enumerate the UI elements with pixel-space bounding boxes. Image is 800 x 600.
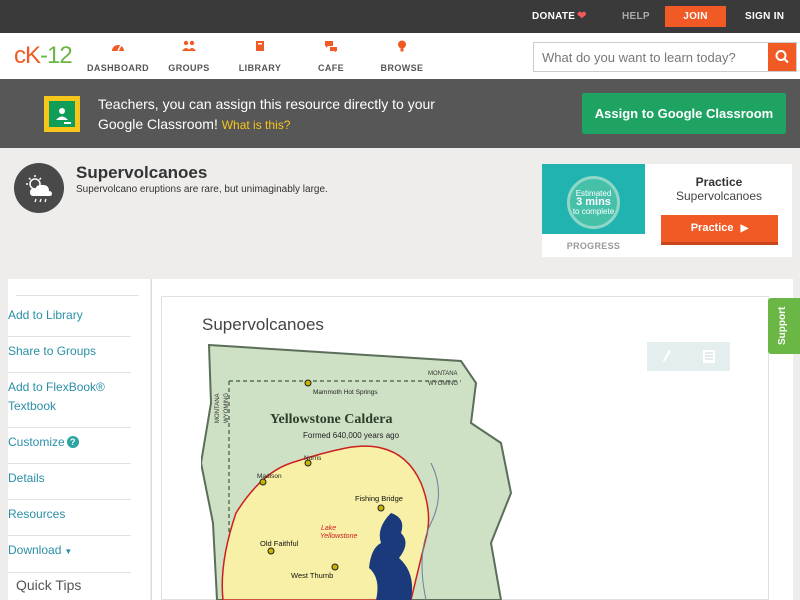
- sign-in-link[interactable]: SIGN IN: [745, 0, 784, 33]
- assign-to-google-classroom-button[interactable]: Assign to Google Classroom: [582, 93, 786, 134]
- join-button[interactable]: JOIN: [665, 6, 726, 27]
- nav-cafe[interactable]: CAFE: [296, 40, 366, 76]
- nav-label: DASHBOARD: [86, 63, 150, 73]
- search-input[interactable]: [542, 49, 762, 65]
- sidebar-item-share-to-groups[interactable]: Share to Groups: [8, 332, 131, 373]
- sidebar-item-download[interactable]: Download ▼: [8, 531, 131, 573]
- concept-icon: [14, 163, 64, 213]
- place-label: Fishing Bridge: [355, 494, 403, 503]
- quick-tips-heading[interactable]: Quick Tips: [16, 577, 81, 593]
- nav-label: LIBRARY: [238, 63, 282, 73]
- top-bar: DONATE ❤ HELP JOIN SIGN IN: [0, 0, 800, 33]
- sidebar-item-resources[interactable]: Resources: [8, 495, 131, 536]
- cafe-icon: [325, 41, 337, 52]
- place-label: Mammoth Hot Springs: [313, 389, 378, 396]
- practice-progress-image: Estimated 3 mins to complete: [542, 164, 645, 234]
- ck12-logo[interactable]: cK-12: [14, 42, 73, 70]
- nav-label: BROWSE: [380, 63, 424, 73]
- caret-down-icon: ▼: [64, 547, 73, 556]
- map-subtitle: Formed 640,000 years ago: [303, 431, 400, 440]
- what-is-this-link[interactable]: What is this?: [222, 118, 291, 132]
- map-marker: [267, 547, 275, 555]
- sidebar-item-add-to-library[interactable]: Add to Library: [8, 296, 131, 337]
- nav-dashboard[interactable]: DASHBOARD: [83, 40, 153, 76]
- sidebar-item-details[interactable]: Details: [8, 459, 131, 500]
- map-marker: [304, 379, 312, 387]
- practice-title: Practice: [695, 175, 743, 189]
- help-link[interactable]: HELP: [622, 0, 650, 33]
- pencil-icon[interactable]: [662, 349, 672, 363]
- place-label: West Thumb: [291, 571, 333, 580]
- search-button[interactable]: [768, 43, 796, 71]
- banner-message: Teachers, you can assign this resource d…: [98, 94, 458, 135]
- state-label-left2: WYOMING: [224, 393, 230, 423]
- practice-card: Estimated 3 mins to complete PROGRESS Pr…: [542, 164, 792, 257]
- practice-button[interactable]: Practice ▶: [661, 215, 778, 245]
- cloud-sun-icon: [26, 175, 52, 203]
- chevron-right-icon: ▶: [740, 223, 749, 234]
- state-label-left: MONTANA: [215, 393, 221, 423]
- donate-link[interactable]: DONATE ❤: [532, 0, 587, 33]
- nav-label: GROUPS: [168, 63, 210, 73]
- search-icon: [775, 50, 789, 64]
- nav-library[interactable]: LIBRARY: [225, 40, 295, 76]
- nav-browse[interactable]: BROWSE: [367, 40, 437, 76]
- page-title: Supervolcanoes: [76, 163, 208, 182]
- map-marker: [377, 504, 385, 512]
- library-icon: [256, 41, 264, 51]
- page-subtitle: Supervolcano eruptions are rare, but uni…: [76, 184, 328, 195]
- sidebar-item-add-to-flexbook[interactable]: Add to FlexBook® Textbook: [8, 368, 131, 428]
- main-nav: cK-12 DASHBOARD GROUPS LIBRARY CAFE BROW…: [0, 33, 800, 79]
- practice-subtitle: Supervolcanoes: [675, 189, 763, 203]
- state-label-top: MONTANA: [428, 371, 458, 377]
- groups-icon: [182, 40, 196, 51]
- sidebar-item-customize[interactable]: Customize?: [8, 423, 131, 464]
- google-classroom-icon: [44, 96, 80, 132]
- browse-icon: [398, 40, 406, 52]
- help-icon[interactable]: ?: [66, 436, 79, 448]
- lake-label: Yellowstone: [320, 533, 357, 540]
- search-box: [533, 42, 797, 72]
- state-label-top2: WYOMING: [428, 381, 458, 387]
- content-tools: [647, 342, 730, 371]
- progress-label: PROGRESS: [566, 241, 621, 251]
- place-label: Old Faithful: [260, 539, 299, 548]
- map-marker: [331, 563, 339, 571]
- yellowstone-map: MONTANA WYOMING MONTANA WYOMING Yellowst…: [201, 343, 513, 600]
- notes-icon[interactable]: [703, 350, 715, 363]
- content-title: Supervolcanoes: [202, 315, 324, 334]
- dashboard-icon: [112, 44, 124, 52]
- lake-label: Lake: [321, 525, 336, 532]
- heart-icon: ❤: [577, 10, 587, 22]
- place-label: Norris: [304, 455, 322, 462]
- place-label: Madison: [257, 473, 282, 480]
- nav-label: CAFE: [317, 63, 345, 73]
- nav-groups[interactable]: GROUPS: [154, 40, 224, 76]
- map-title: Yellowstone Caldera: [270, 412, 393, 427]
- support-tab[interactable]: Support: [768, 298, 800, 354]
- estimate-circle: Estimated 3 mins to complete: [567, 176, 620, 229]
